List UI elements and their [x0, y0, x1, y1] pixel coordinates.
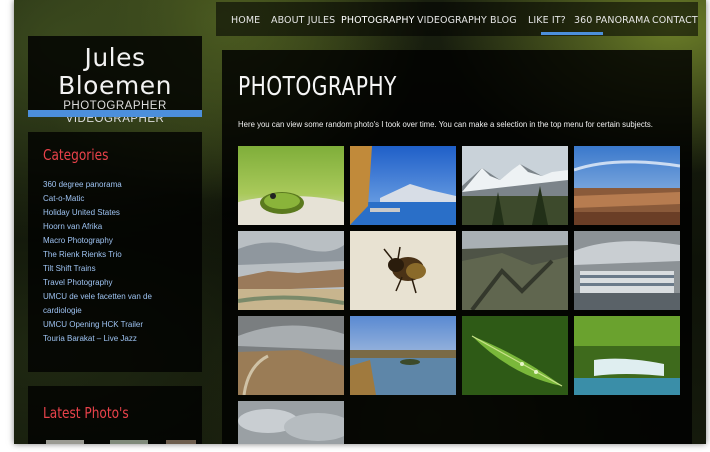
nav-like-it[interactable]: LIKE IT?: [528, 15, 566, 26]
category-link[interactable]: Holiday United States: [43, 208, 120, 217]
category-item[interactable]: UMCU Opening HCK Trailer: [43, 318, 193, 332]
latest-thumbnail[interactable]: [166, 440, 196, 444]
category-list: 360 degree panorama Cat-o-Matic Holiday …: [43, 178, 193, 346]
category-item[interactable]: Tilt Shift Trains: [43, 262, 193, 276]
latest-photos-heading: Latest Photo's: [43, 404, 129, 422]
nav-360-panorama[interactable]: 360 PANORAMA: [574, 15, 650, 26]
category-link[interactable]: Touria Barakat – Live Jazz: [43, 334, 137, 343]
site-brand[interactable]: Jules Bloemen PHOTOGRAPHER VIDEOGRAPHER: [28, 36, 202, 125]
top-navigation: HOME ABOUT JULES PHOTOGRAPHY VIDEOGRAPHY…: [216, 2, 698, 36]
snowy-mountains-photo[interactable]: [462, 146, 568, 225]
site-name: Jules Bloemen: [58, 43, 172, 100]
category-link[interactable]: The Rienk Rienks Trio: [43, 250, 122, 259]
clouds-photo[interactable]: [238, 401, 344, 444]
category-item[interactable]: UMCU de vele facetten van de: [43, 290, 193, 304]
category-link[interactable]: Tilt Shift Trains: [43, 264, 96, 273]
category-item[interactable]: Holiday United States: [43, 206, 193, 220]
nav-photography[interactable]: PHOTOGRAPHY: [341, 15, 414, 26]
category-link[interactable]: Travel Photography: [43, 278, 113, 287]
categories-widget: Categories 360 degree panorama Cat-o-Mat…: [28, 132, 202, 372]
category-link[interactable]: cardiologie: [43, 306, 82, 315]
category-item[interactable]: 360 degree panorama: [43, 178, 193, 192]
nav-blog[interactable]: BLOG: [490, 15, 517, 26]
category-item[interactable]: Hoorn van Afrika: [43, 220, 193, 234]
category-link[interactable]: 360 degree panorama: [43, 180, 122, 189]
intro-text: Here you can view some random photo's I …: [238, 120, 653, 129]
latest-thumbnail[interactable]: [110, 440, 148, 444]
category-item[interactable]: Macro Photography: [43, 234, 193, 248]
nav-about-jules[interactable]: ABOUT JULES: [271, 15, 335, 26]
frog-photo[interactable]: [238, 146, 344, 225]
gorge-photo[interactable]: [462, 231, 568, 310]
building-waterfront-photo[interactable]: [574, 231, 680, 310]
category-link[interactable]: Hoorn van Afrika: [43, 222, 102, 231]
category-item[interactable]: Travel Photography: [43, 276, 193, 290]
category-link[interactable]: Cat-o-Matic: [43, 194, 84, 203]
categories-heading: Categories: [43, 146, 109, 164]
browser-viewport: HOME ABOUT JULES PHOTOGRAPHY VIDEOGRAPHY…: [14, 0, 706, 444]
category-item[interactable]: Cat-o-Matic: [43, 192, 193, 206]
category-link[interactable]: UMCU de vele facetten van de: [43, 292, 152, 301]
coast-hills-photo[interactable]: [238, 316, 344, 395]
nav-home[interactable]: HOME: [231, 15, 260, 26]
category-link[interactable]: Macro Photography: [43, 236, 113, 245]
waterfall-photo[interactable]: [574, 316, 680, 395]
category-link[interactable]: UMCU Opening HCK Trailer: [43, 320, 143, 329]
nav-contact[interactable]: CONTACT: [652, 15, 698, 26]
wetland-photo[interactable]: [350, 316, 456, 395]
bee-macro-photo[interactable]: [350, 231, 456, 310]
latest-photos-widget: Latest Photo's: [28, 386, 202, 444]
page-title: PHOTOGRAPHY: [238, 72, 397, 102]
leaf-droplets-photo[interactable]: [462, 316, 568, 395]
nav-videography[interactable]: VIDEOGRAPHY: [417, 15, 487, 26]
main-content: PHOTOGRAPHY Here you can view some rando…: [222, 50, 692, 444]
lake-mountain-photo[interactable]: [350, 146, 456, 225]
category-item[interactable]: Touria Barakat – Live Jazz: [43, 332, 193, 346]
canyon-sky-photo[interactable]: [574, 146, 680, 225]
desert-cliffs-photo[interactable]: [238, 231, 344, 310]
latest-thumbnail[interactable]: [46, 440, 84, 444]
category-item[interactable]: cardiologie: [43, 304, 193, 318]
active-tab-indicator: [541, 32, 603, 35]
brand-accent-bar: [28, 110, 202, 117]
category-item[interactable]: The Rienk Rienks Trio: [43, 248, 193, 262]
